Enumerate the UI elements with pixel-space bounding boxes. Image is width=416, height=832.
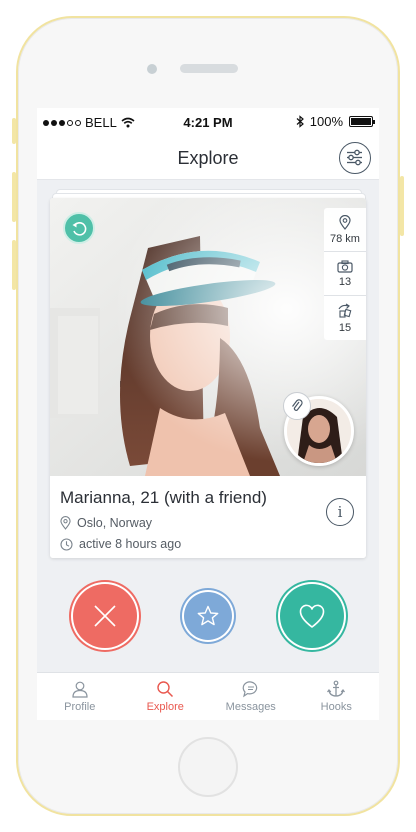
profile-companion-note: (with a friend): [163, 488, 267, 507]
mutual-stat[interactable]: 15: [324, 296, 366, 340]
filter-button[interactable]: [339, 142, 371, 174]
location-row: Oslo, Norway: [60, 516, 152, 530]
tab-messages[interactable]: Messages: [208, 673, 294, 720]
activity-row: active 8 hours ago: [60, 537, 181, 551]
search-icon: [157, 681, 174, 698]
mutual-count: 15: [338, 321, 352, 334]
tab-profile[interactable]: Profile: [37, 673, 123, 720]
home-button[interactable]: [178, 737, 238, 797]
tab-profile-label: Profile: [64, 701, 96, 713]
earpiece-speaker: [180, 64, 238, 73]
profile-info: Marianna, 21 (with a friend) Oslo, Norwa…: [50, 476, 366, 558]
clock-icon: [60, 537, 73, 551]
nope-button[interactable]: [71, 582, 139, 650]
status-bar: BELL 4:21 PM 100%: [37, 108, 379, 136]
battery-icon: [349, 116, 375, 127]
tab-messages-label: Messages: [225, 701, 276, 713]
location-pin-icon: [339, 214, 351, 230]
photos-count: 13: [338, 275, 352, 288]
tab-hooks-label: Hooks: [320, 701, 352, 713]
photos-stat[interactable]: 13: [324, 252, 366, 296]
undo-icon: [72, 222, 87, 236]
navigation-bar: Explore: [37, 136, 379, 180]
bluetooth-icon: [296, 115, 304, 128]
x-icon: [94, 605, 116, 627]
distance-stat: 78 km: [324, 208, 366, 252]
camera-icon: [337, 259, 353, 273]
chat-icon: [242, 681, 257, 698]
heart-icon: [299, 604, 325, 628]
distance-value: 78 km: [330, 232, 360, 245]
profile-stats-panel: 78 km 13 15: [324, 208, 366, 340]
undo-button[interactable]: [63, 212, 95, 244]
location-text: Oslo, Norway: [77, 516, 153, 530]
like-button[interactable]: [278, 582, 346, 650]
last-active-text: active 8 hours ago: [79, 537, 182, 551]
attachment-badge: [283, 392, 311, 420]
profile-photo[interactable]: 78 km 13 15: [50, 198, 366, 476]
exchange-icon: [338, 303, 352, 318]
front-camera: [147, 64, 157, 74]
tab-bar: Profile Explore Messages Hooks: [37, 672, 379, 720]
info-icon: i: [337, 503, 343, 521]
info-button[interactable]: i: [326, 498, 354, 526]
page-title: Explore: [177, 148, 239, 168]
location-pin-icon: [60, 516, 71, 530]
profile-card[interactable]: 78 km 13 15 Marianna, 21 (with a friend)…: [50, 198, 366, 558]
sliders-icon: [347, 149, 362, 166]
tab-hooks[interactable]: Hooks: [294, 673, 380, 720]
app-screen: BELL 4:21 PM 100% Explore 78 km 13 15 Ma…: [37, 108, 379, 720]
paperclip-icon: [292, 399, 303, 411]
tab-explore-label: Explore: [146, 701, 184, 713]
battery-percent: 100%: [309, 114, 343, 129]
power-button: [400, 176, 404, 236]
tab-explore[interactable]: Explore: [123, 673, 209, 720]
star-icon: [197, 605, 219, 626]
super-like-button[interactable]: [182, 590, 234, 642]
profile-name-line: Marianna, 21 (with a friend): [60, 488, 267, 508]
person-icon: [72, 681, 88, 698]
anchor-icon: [327, 680, 346, 697]
profile-name-age: Marianna, 21: [60, 488, 160, 507]
